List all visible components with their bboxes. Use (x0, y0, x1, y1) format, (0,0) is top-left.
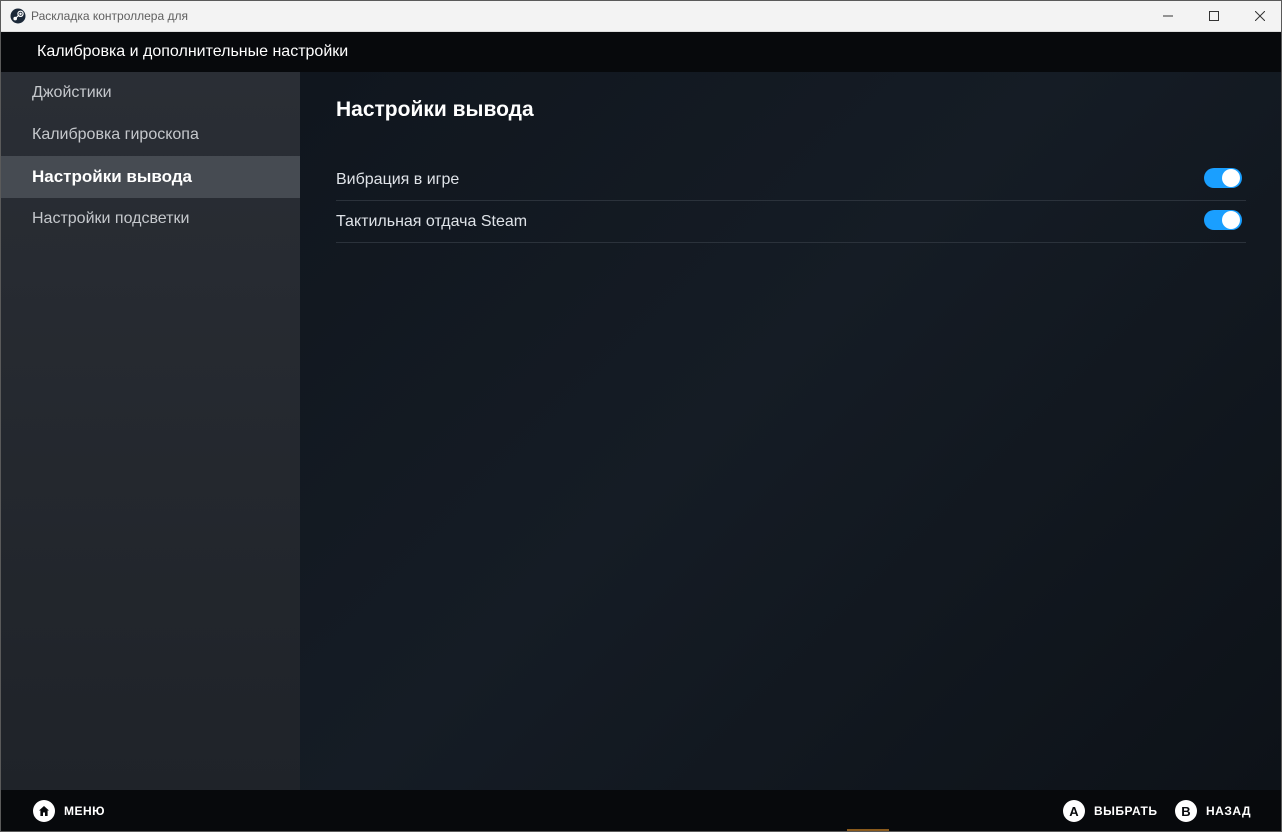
sidebar-item-led-settings[interactable]: Настройки подсветки (1, 198, 300, 240)
toggle-knob (1222, 169, 1240, 187)
footer-bar: МЕНЮ A ВЫБРАТЬ B НАЗАД (1, 790, 1281, 831)
rumble-toggle[interactable] (1204, 168, 1242, 188)
sidebar-item-label: Настройки подсветки (32, 210, 190, 227)
back-button[interactable]: B НАЗАД (1175, 800, 1251, 822)
page-title: Калибровка и дополнительные настройки (37, 43, 349, 60)
sidebar-item-joysticks[interactable]: Джойстики (1, 72, 300, 114)
select-button[interactable]: A ВЫБРАТЬ (1063, 800, 1158, 822)
main-panel: Настройки вывода Вибрация в игре Тактиль… (300, 72, 1281, 790)
page-header: Калибровка и дополнительные настройки (1, 32, 1281, 72)
maximize-button[interactable] (1191, 1, 1237, 31)
sidebar-item-label: Калибровка гироскопа (32, 126, 199, 143)
close-icon (1255, 11, 1265, 21)
maximize-icon (1209, 11, 1219, 21)
select-label: ВЫБРАТЬ (1094, 804, 1158, 818)
close-button[interactable] (1237, 1, 1281, 31)
back-label: НАЗАД (1206, 804, 1252, 818)
setting-label: Тактильная отдача Steam (336, 213, 528, 230)
b-button-icon: B (1175, 800, 1197, 822)
toggle-knob (1222, 211, 1240, 229)
sidebar-item-label: Джойстики (32, 84, 112, 101)
haptics-toggle[interactable] (1204, 210, 1242, 230)
title-bar[interactable]: Раскладка контроллера для (1, 1, 1281, 32)
taskbar-indicator (847, 829, 889, 831)
sidebar-item-gyro-calibration[interactable]: Калибровка гироскопа (1, 114, 300, 156)
setting-row-in-game-rumble[interactable]: Вибрация в игре (336, 158, 1246, 201)
menu-label: МЕНЮ (64, 804, 106, 818)
menu-button[interactable]: МЕНЮ (33, 800, 105, 822)
window-title: Раскладка контроллера для (31, 9, 188, 23)
minimize-button[interactable] (1145, 1, 1191, 31)
steam-icon (10, 8, 26, 24)
minimize-icon (1163, 15, 1173, 17)
sidebar: Джойстики Калибровка гироскопа Настройки… (1, 72, 300, 790)
setting-row-steam-haptics[interactable]: Тактильная отдача Steam (336, 200, 1246, 243)
sidebar-item-label: Настройки вывода (32, 167, 193, 186)
app-window: Раскладка контроллера для Калибровка и д… (0, 0, 1282, 832)
section-title: Настройки вывода (336, 98, 534, 121)
setting-label: Вибрация в игре (336, 171, 460, 188)
home-icon (33, 800, 55, 822)
a-button-icon: A (1063, 800, 1085, 822)
sidebar-item-output-settings[interactable]: Настройки вывода (1, 156, 300, 198)
